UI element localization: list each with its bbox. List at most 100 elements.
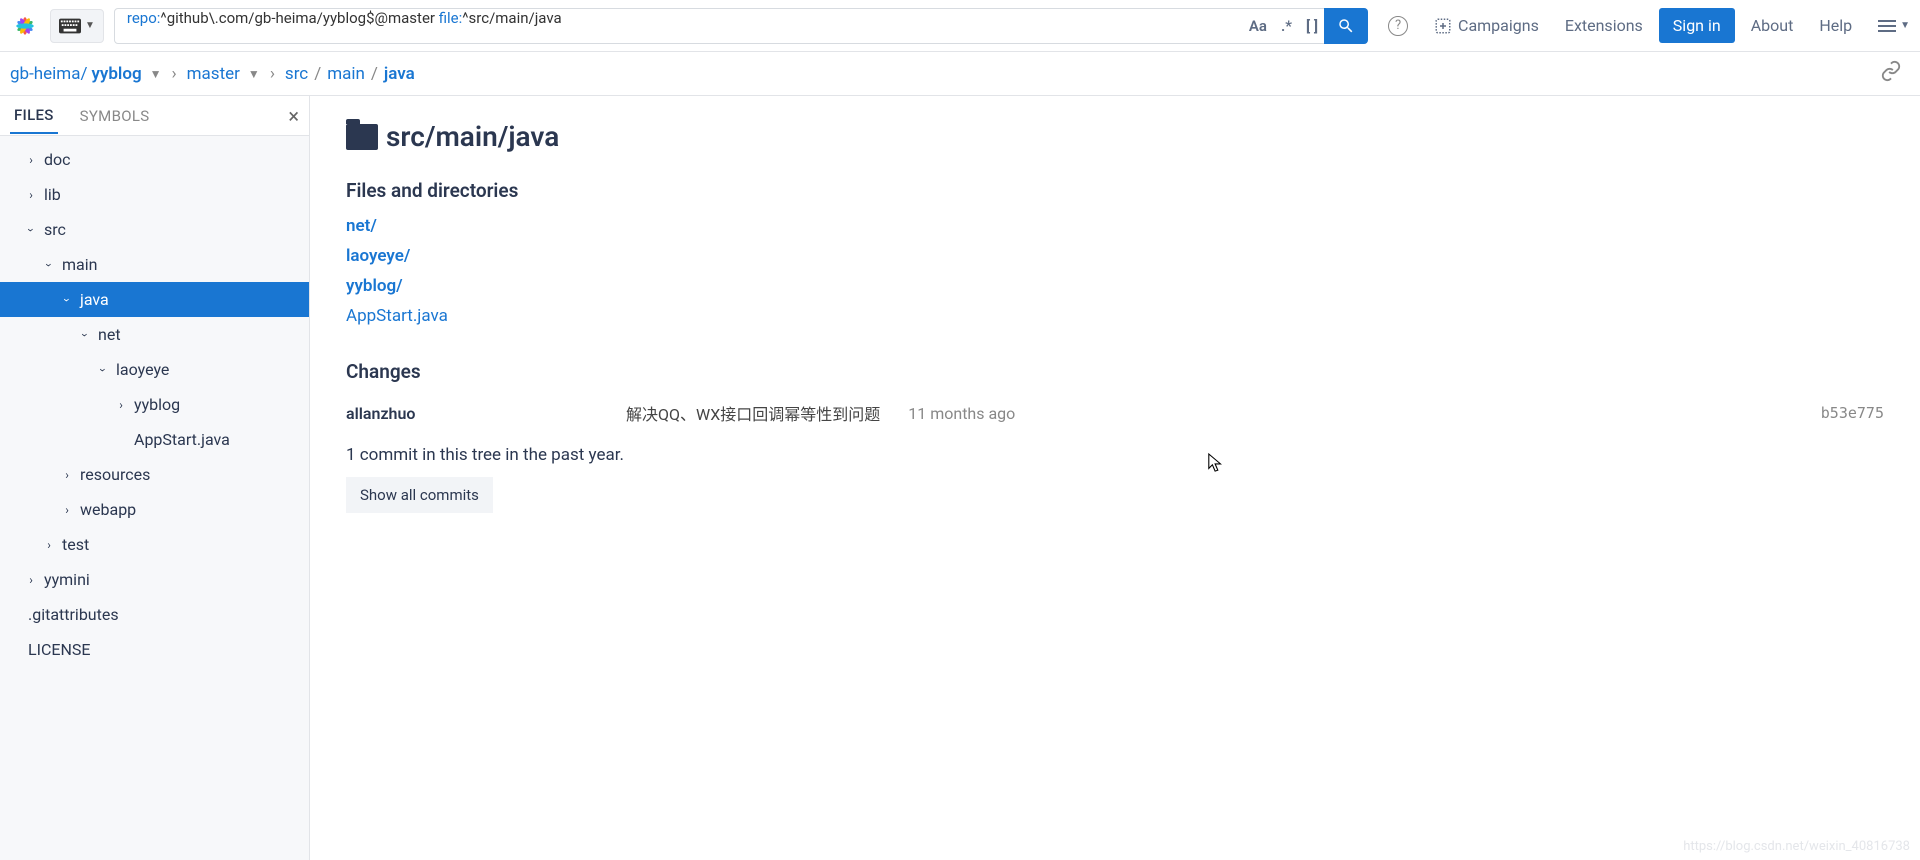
query-repo-value: ^github\.com/gb-heima/yyblog$@master xyxy=(160,9,438,27)
file-list: net/ laoyeye/ yyblog/ AppStart.java xyxy=(346,216,1884,326)
tree-item-resources[interactable]: ›resources xyxy=(0,457,309,492)
nav-extensions[interactable]: Extensions xyxy=(1555,16,1653,35)
crumb-branch[interactable]: master xyxy=(187,64,240,84)
tree-label: test xyxy=(62,535,89,554)
tree-item-test[interactable]: › test xyxy=(0,527,309,562)
chevron-right-icon: › xyxy=(60,468,74,482)
campaigns-icon xyxy=(1434,17,1452,35)
sidebar: FILES SYMBOLS × › doc ›lib › src ›main › ja… xyxy=(0,96,310,860)
title-text: src/main/java xyxy=(386,120,559,153)
chevron-right-icon: › xyxy=(172,64,177,84)
files-heading: Files and directories xyxy=(346,179,1884,202)
main-content: src/main/java Files and directories net/… xyxy=(310,96,1920,860)
tree-label: doc xyxy=(44,150,71,169)
crumb-owner[interactable]: gb-heima/ xyxy=(10,64,87,84)
tree-label: net xyxy=(98,325,121,344)
crumb-repo[interactable]: yyblog xyxy=(91,64,141,84)
tree-label: laoyeye xyxy=(116,360,169,379)
tree-item-main[interactable]: ›main xyxy=(0,247,309,282)
tree-item-src[interactable]: › src xyxy=(0,212,309,247)
show-all-commits-button[interactable]: Show all commits xyxy=(346,477,493,513)
link-icon xyxy=(1880,60,1902,82)
commit-author: allanzhuo xyxy=(346,404,606,423)
nav-about[interactable]: About xyxy=(1741,16,1804,35)
query-file-keyword: file: xyxy=(439,9,463,27)
commit-row[interactable]: allanzhuo 解决QQ、WX接口回调幂等性到问题 11 months ag… xyxy=(346,401,1884,425)
file-link-appstart[interactable]: AppStart.java xyxy=(346,306,1884,326)
copy-link-button[interactable] xyxy=(1880,60,1902,87)
tree-item-license[interactable]: LICENSE xyxy=(0,632,309,667)
tree-label: webapp xyxy=(80,500,136,519)
chevron-down-icon: › xyxy=(42,258,56,272)
hamburger-icon xyxy=(1878,20,1896,32)
crumb-path-seg[interactable]: src xyxy=(285,64,308,84)
crumb-path-seg[interactable]: main xyxy=(327,64,365,84)
watermark: https://blog.csdn.net/weixin_40816738 xyxy=(1683,839,1910,854)
chevron-right-icon: › xyxy=(24,153,38,167)
query-repo-keyword: repo: xyxy=(127,9,161,27)
tree-item-laoyeye[interactable]: ›laoyeye xyxy=(0,352,309,387)
nav-help[interactable]: Help xyxy=(1809,16,1862,35)
structural-toggle[interactable]: [ ] xyxy=(1306,17,1318,35)
sidebar-tabs: FILES SYMBOLS × xyxy=(0,96,309,136)
commit-message: 解决QQ、WX接口回调幂等性到问题 xyxy=(626,401,880,425)
tree-label: LICENSE xyxy=(28,640,90,659)
tree-item-doc[interactable]: › doc xyxy=(0,142,309,177)
tab-files[interactable]: FILES xyxy=(10,98,58,134)
file-tree: ›doc ›lib ›src ›main ›java ›net ›laoyeye… xyxy=(0,136,309,860)
breadcrumb-bar: gb-heima/yyblog ▼ › master ▼ › src/main/… xyxy=(0,52,1920,96)
chevron-right-icon: › xyxy=(270,64,275,84)
search-button[interactable] xyxy=(1324,8,1368,44)
close-sidebar-button[interactable]: × xyxy=(288,104,299,128)
tree-label: yymini xyxy=(44,570,90,589)
tree-label: java xyxy=(80,290,109,309)
signin-button[interactable]: Sign in xyxy=(1659,8,1735,43)
keyboard-icon xyxy=(59,18,81,34)
crumb-path-seg[interactable]: java xyxy=(384,64,415,84)
commit-hash: b53e775 xyxy=(1821,404,1884,422)
tab-symbols[interactable]: SYMBOLS xyxy=(76,99,154,133)
chevron-right-icon: › xyxy=(24,573,38,587)
tree-label: .gitattributes xyxy=(28,605,119,624)
tree-item-webapp[interactable]: › webapp xyxy=(0,492,309,527)
chevron-down-icon: › xyxy=(60,293,74,307)
header: ▼ repo:^github\.com/gb-heima/yyblog$@mas… xyxy=(0,0,1920,52)
chevron-right-icon: › xyxy=(60,503,74,517)
chevron-down-icon[interactable]: ▼ xyxy=(248,67,260,81)
tree-item-java[interactable]: › java xyxy=(0,282,309,317)
chevron-down-icon: › xyxy=(24,223,38,237)
commit-summary: 1 commit in this tree in the past year. xyxy=(346,445,1884,465)
nav-campaigns[interactable]: Campaigns xyxy=(1424,16,1549,35)
search-bar: repo:^github\.com/gb-heima/yyblog$@maste… xyxy=(114,8,1368,44)
logo[interactable] xyxy=(10,11,40,41)
chevron-right-icon: › xyxy=(114,398,128,412)
dir-link-laoyeye[interactable]: laoyeye/ xyxy=(346,246,1884,266)
chevron-right-icon: › xyxy=(42,538,56,552)
folder-icon xyxy=(346,124,378,150)
tree-item-gitattributes[interactable]: .gitattributes xyxy=(0,597,309,632)
search-icon xyxy=(1337,17,1355,35)
nav-label: Campaigns xyxy=(1458,16,1539,35)
case-sensitive-toggle[interactable]: Aa xyxy=(1249,17,1267,35)
help-icon[interactable]: ? xyxy=(1388,16,1408,36)
page-title: src/main/java xyxy=(346,120,1884,153)
regex-toggle[interactable]: .* xyxy=(1281,17,1292,35)
tree-item-appstart[interactable]: AppStart.java xyxy=(0,422,309,457)
keyboard-shortcuts-button[interactable]: ▼ xyxy=(50,9,104,43)
search-input[interactable]: repo:^github\.com/gb-heima/yyblog$@maste… xyxy=(115,9,1249,43)
tree-item-lib[interactable]: ›lib xyxy=(0,177,309,212)
dir-link-yyblog[interactable]: yyblog/ xyxy=(346,276,1884,296)
chevron-down-icon[interactable]: ▼ xyxy=(150,67,162,81)
tree-item-yymini[interactable]: › yymini xyxy=(0,562,309,597)
query-file-value: ^src/main/java xyxy=(462,9,561,27)
tree-item-yyblog[interactable]: › yyblog xyxy=(0,387,309,422)
dir-link-net[interactable]: net/ xyxy=(346,216,1884,236)
chevron-down-icon: › xyxy=(78,328,92,342)
chevron-right-icon: › xyxy=(24,188,38,202)
menu-button[interactable]: ▼ xyxy=(1878,20,1910,32)
tree-label: src xyxy=(44,220,66,239)
tree-label: yyblog xyxy=(134,395,180,414)
tree-label: AppStart.java xyxy=(134,430,230,449)
chevron-down-icon: ▼ xyxy=(85,20,95,31)
tree-item-net[interactable]: › net xyxy=(0,317,309,352)
